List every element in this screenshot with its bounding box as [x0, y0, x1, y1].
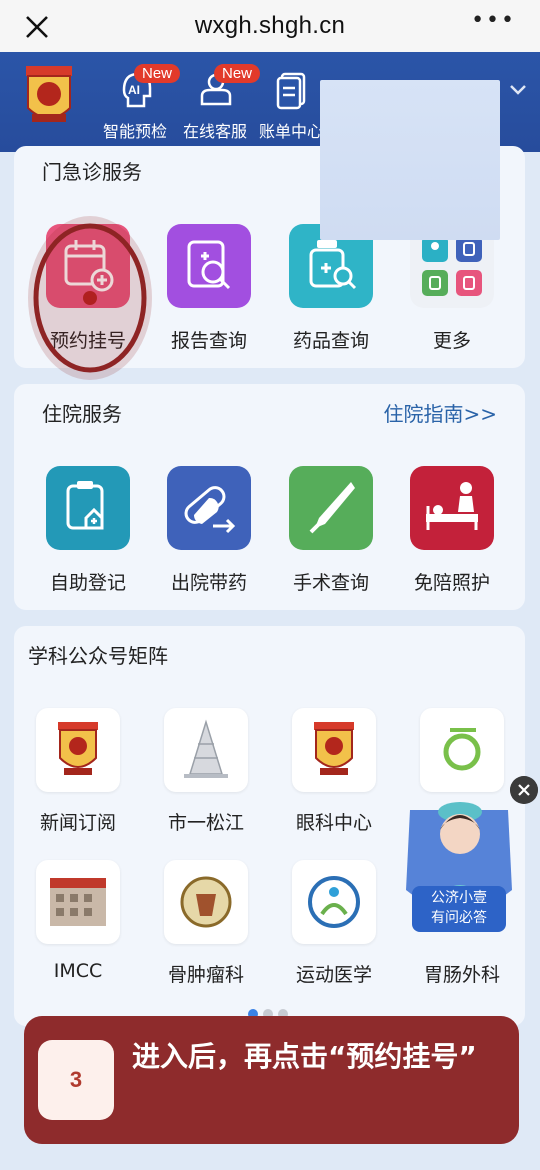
close-icon[interactable]	[22, 12, 52, 42]
bill-icon	[276, 72, 306, 110]
report-query-button[interactable]	[167, 224, 251, 308]
assistant-line1: 公济小壹	[431, 890, 487, 906]
tile-label: 药品查询	[292, 330, 369, 352]
self-registration-button[interactable]	[46, 466, 130, 550]
news-subscription-tile[interactable]	[36, 708, 120, 792]
inpatient-guide-link[interactable]: 住院指南>>	[383, 398, 497, 427]
building-photo-icon	[50, 878, 106, 926]
sports-medicine-tile[interactable]	[292, 860, 376, 944]
tile-label: 免陪照护	[413, 572, 490, 594]
tile-label: 骨肿瘤科	[167, 964, 244, 986]
nav-label: 在线客服	[182, 122, 247, 141]
tile-label: 手术查询	[292, 572, 369, 594]
assistant-widget[interactable]: 公济小壹 有问必答	[398, 790, 520, 940]
close-assistant-icon[interactable]	[510, 776, 538, 804]
new-badge: New	[214, 64, 261, 83]
blurred-region	[320, 80, 500, 240]
tile-label: 更多	[432, 330, 471, 352]
escort-care-button[interactable]	[410, 466, 494, 550]
urology-tile[interactable]	[420, 708, 504, 792]
browser-bar: wxgh.shgh.cn •••	[0, 0, 540, 52]
assistant-line2: 有问必答	[431, 910, 487, 926]
highlight-circle	[28, 216, 152, 380]
scalpel-icon	[309, 482, 355, 534]
inpatient-services-card: 住院服务 住院指南>> 自助登记 出院带药 手术查询 免陪照护	[14, 384, 525, 610]
hospital-logo-icon	[58, 722, 98, 775]
nav-label: 智能预检	[102, 122, 167, 141]
tile-label: 新闻订阅	[39, 812, 116, 834]
tile-label: IMCC	[53, 960, 103, 982]
bone-tumor-logo-icon	[180, 876, 232, 928]
more-menu-button[interactable]: •••	[471, 10, 516, 32]
report-search-icon	[187, 240, 231, 290]
step-number: 3	[38, 1040, 114, 1120]
surgery-query-button[interactable]	[289, 466, 373, 550]
imcc-tile[interactable]	[36, 860, 120, 944]
tile-label: 眼科中心	[295, 812, 372, 834]
green-logo-icon	[443, 728, 481, 771]
bone-tumor-tile[interactable]	[164, 860, 248, 944]
nav-bill-center[interactable]: 账单中心	[256, 52, 326, 148]
tile-label: 市一松江	[167, 812, 244, 834]
chevron-down-icon[interactable]	[508, 80, 528, 100]
eye-center-tile[interactable]	[292, 708, 376, 792]
instruction-text: 进入后，再点击“预约挂号”	[132, 1040, 477, 1073]
discharge-medicine-button[interactable]	[167, 466, 251, 550]
nav-online-service[interactable]: New 在线客服	[180, 52, 261, 148]
pagoda-icon	[184, 719, 228, 778]
tile-label: 胃肠外科	[423, 964, 500, 986]
clipboard-plus-icon	[66, 481, 104, 530]
pill-arrow-icon	[184, 486, 236, 534]
svg-text:AI: AI	[128, 83, 140, 97]
section-title: 学科公众号矩阵	[28, 644, 168, 668]
new-badge: New	[134, 64, 181, 83]
tile-label: 自助登记	[49, 572, 126, 594]
nursing-bed-icon	[426, 482, 478, 530]
page-url: wxgh.shgh.cn	[194, 12, 346, 39]
nav-smart-precheck[interactable]: AI New 智能预检	[100, 52, 181, 148]
tile-label: 出院带药	[170, 572, 247, 594]
hospital-logo-icon	[314, 722, 354, 775]
hospital-logo-icon	[26, 66, 72, 122]
tile-label: 运动医学	[295, 964, 372, 986]
section-title: 门急诊服务	[42, 160, 142, 184]
tile-label: 报告查询	[170, 330, 247, 352]
songjiang-tile[interactable]	[164, 708, 248, 792]
section-title: 住院服务	[42, 402, 122, 426]
instruction-banner: 3 进入后，再点击“预约挂号”	[24, 1016, 519, 1144]
sports-medicine-logo-icon	[308, 876, 360, 928]
assistant-label: 公济小壹 有问必答	[412, 886, 506, 932]
